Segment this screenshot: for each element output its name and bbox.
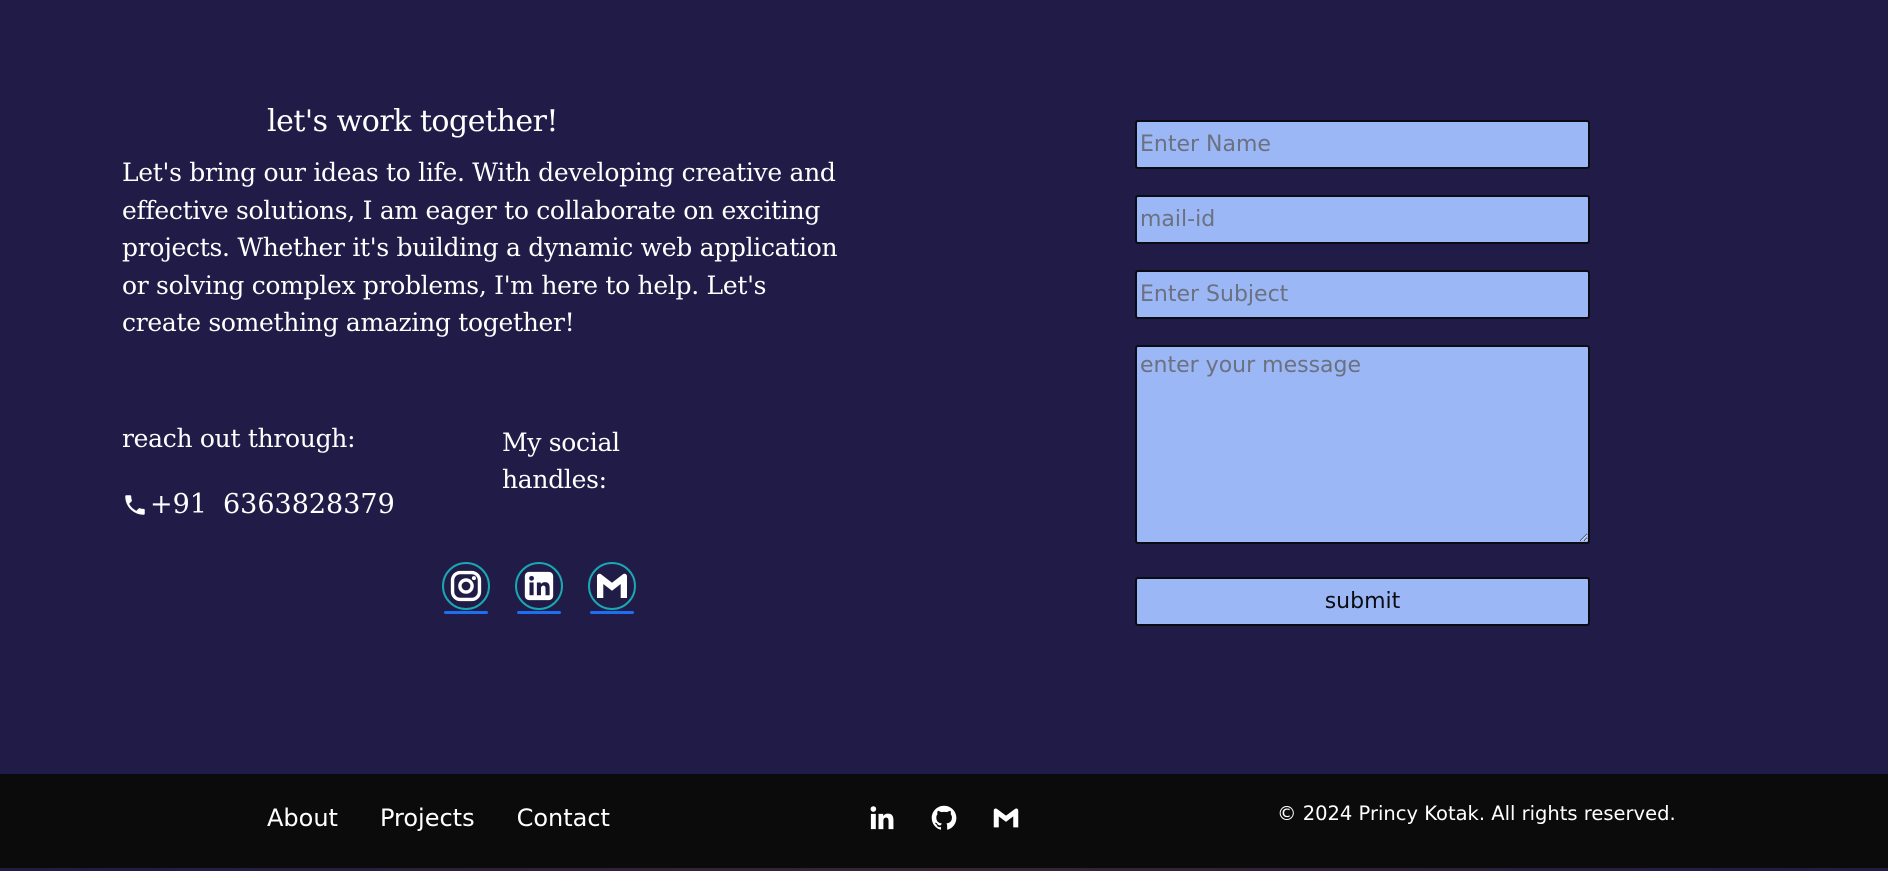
phone-contact[interactable]: +91 6363828379 <box>122 489 395 520</box>
footer-link-about[interactable]: About <box>267 804 338 832</box>
gmail-icon[interactable] <box>992 804 1020 832</box>
contact-intro: Let's bring our ideas to life. With deve… <box>122 158 838 337</box>
reach-out-label: reach out through: <box>122 424 356 453</box>
footer-nav: About Projects Contact <box>267 804 610 832</box>
social-handles-label: My social handles: <box>502 428 620 494</box>
copyright-text: © 2024 Princy Kotak. All rights reserved… <box>1277 802 1676 825</box>
name-input[interactable] <box>1135 120 1590 169</box>
submit-button[interactable]: submit <box>1135 577 1590 626</box>
email-input[interactable] <box>1135 195 1590 244</box>
phone-icon <box>122 492 148 518</box>
linkedin-icon[interactable] <box>868 804 896 832</box>
github-icon[interactable] <box>930 804 958 832</box>
phone-country-code: +91 <box>150 489 207 520</box>
linkedin-icon <box>524 571 554 601</box>
phone-number: 6363828379 <box>222 489 395 520</box>
footer-social-icons <box>868 804 1020 832</box>
message-textarea[interactable] <box>1135 345 1590 544</box>
contact-heading: let's work together! <box>267 104 558 139</box>
footer-link-projects[interactable]: Projects <box>380 804 475 832</box>
footer: About Projects Contact © 2024 Princy Kot… <box>0 774 1888 868</box>
subject-input[interactable] <box>1135 270 1590 319</box>
footer-link-contact[interactable]: Contact <box>517 804 610 832</box>
gmail-link[interactable] <box>588 562 636 614</box>
instagram-link[interactable] <box>442 562 490 614</box>
social-icons <box>442 562 636 614</box>
instagram-icon <box>450 570 482 602</box>
gmail-icon <box>597 573 627 598</box>
contact-page: let's work together! Let's bring our ide… <box>0 0 1888 871</box>
linkedin-link[interactable] <box>515 562 563 614</box>
